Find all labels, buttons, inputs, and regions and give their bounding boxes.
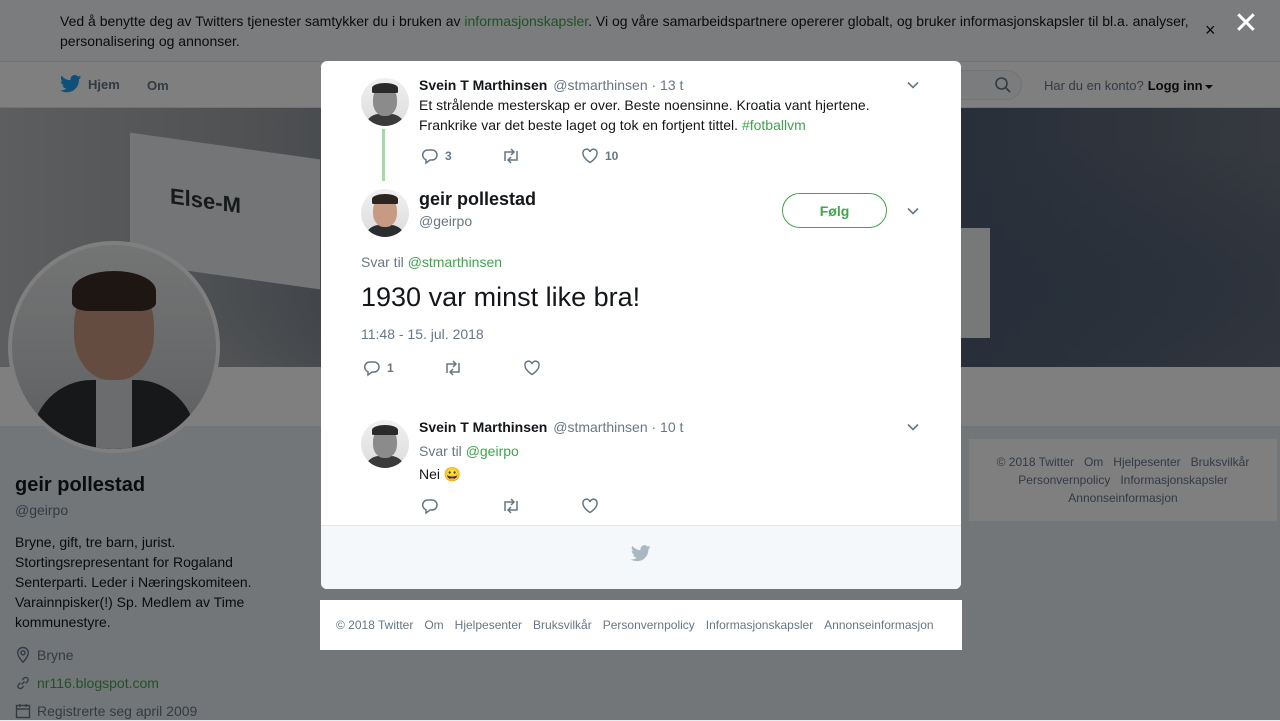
reply-context: Svar til @geirpo bbox=[419, 441, 519, 461]
retweet-button[interactable] bbox=[443, 359, 523, 377]
reply-icon bbox=[363, 361, 380, 377]
tweet-author-handle[interactable]: @geirpo bbox=[419, 213, 472, 229]
tweet-author-name[interactable]: Svein T Marthinsen bbox=[419, 419, 547, 435]
modal-footer: © 2018 Twitter Om Hjelpesenter Bruksvilk… bbox=[320, 600, 962, 650]
tweet-avatar[interactable] bbox=[361, 420, 409, 468]
tweet-author-name[interactable]: Svein T Marthinsen bbox=[419, 77, 547, 93]
chevron-down-icon[interactable] bbox=[905, 419, 921, 435]
reply-context: Svar til @stmarthinsen bbox=[361, 254, 502, 270]
footer-link-cookies[interactable]: Informasjonskapsler bbox=[706, 618, 813, 632]
tweet-time[interactable]: · 13 t bbox=[652, 77, 684, 93]
retweet-icon bbox=[504, 498, 518, 514]
tweet-text: Et strålende mesterskap er over. Beste n… bbox=[419, 95, 899, 135]
reply-icon bbox=[421, 499, 438, 515]
tweet-author-handle[interactable]: @stmarthinsen bbox=[553, 419, 647, 435]
tweet-text: Nei 😀 bbox=[419, 466, 462, 482]
tweet-header: Svein T Marthinsen @stmarthinsen · 10 t bbox=[419, 419, 683, 435]
like-button[interactable]: 10 bbox=[581, 147, 661, 165]
avatar-hair bbox=[372, 425, 398, 435]
tweet-avatar[interactable] bbox=[361, 189, 409, 237]
tweet-avatar[interactable] bbox=[361, 78, 409, 126]
reply-mention-link[interactable]: @geirpo bbox=[466, 443, 519, 459]
footer-link-ads[interactable]: Annonseinformasjon bbox=[824, 618, 933, 632]
tweet-timestamp[interactable]: 11:48 - 15. jul. 2018 bbox=[361, 326, 484, 342]
chevron-down-icon[interactable] bbox=[905, 77, 921, 93]
reply-label: Svar til bbox=[361, 254, 404, 270]
footer-link-privacy[interactable]: Personvernpolicy bbox=[603, 618, 695, 632]
retweet-icon bbox=[446, 360, 460, 376]
reply-button[interactable]: 1 bbox=[363, 359, 443, 377]
reply-count: 3 bbox=[445, 149, 452, 163]
heart-icon bbox=[582, 148, 598, 164]
reply-mention-link[interactable]: @stmarthinsen bbox=[408, 254, 502, 270]
tweet-text: 1930 var minst like bra! bbox=[361, 282, 641, 312]
chevron-down-icon[interactable] bbox=[905, 203, 921, 219]
close-icon[interactable]: ✕ bbox=[1232, 9, 1260, 39]
reply-button[interactable] bbox=[421, 497, 501, 515]
footer-link-about[interactable]: Om bbox=[424, 618, 443, 632]
heart-icon bbox=[582, 498, 598, 514]
retweet-button[interactable] bbox=[501, 497, 581, 515]
heart-icon bbox=[524, 360, 540, 376]
tweet-actions bbox=[421, 497, 661, 515]
tweet-author-name[interactable]: geir pollestad bbox=[419, 189, 536, 210]
twitter-bird-icon bbox=[631, 545, 651, 562]
hashtag-link[interactable]: #fotballvm bbox=[742, 117, 806, 133]
retweet-icon bbox=[504, 148, 518, 164]
like-button[interactable] bbox=[581, 497, 661, 515]
follow-button[interactable]: Følg bbox=[782, 193, 887, 228]
thread-line bbox=[382, 129, 385, 181]
like-button[interactable] bbox=[523, 359, 603, 377]
footer-copyright: © 2018 Twitter bbox=[336, 618, 414, 632]
avatar-hair bbox=[372, 83, 398, 93]
avatar-hair bbox=[372, 194, 398, 204]
modal-bottom-bar bbox=[321, 525, 961, 589]
like-count: 10 bbox=[605, 149, 619, 163]
tweet-header: Svein T Marthinsen @stmarthinsen · 13 t bbox=[419, 77, 683, 93]
footer-link-help[interactable]: Hjelpesenter bbox=[455, 618, 522, 632]
reply-label: Svar til bbox=[419, 443, 462, 459]
tweet-author-handle[interactable]: @stmarthinsen bbox=[553, 77, 647, 93]
reply-count: 1 bbox=[387, 361, 394, 375]
reply-button[interactable]: 3 bbox=[421, 147, 501, 165]
tweet-time[interactable]: · 10 t bbox=[652, 419, 684, 435]
reply-icon bbox=[421, 149, 438, 165]
footer-link-terms[interactable]: Bruksvilkår bbox=[533, 618, 592, 632]
tweet-actions: 1 bbox=[363, 359, 603, 377]
retweet-button[interactable] bbox=[501, 147, 581, 165]
tweet-modal: Svein T Marthinsen @stmarthinsen · 13 t … bbox=[321, 61, 961, 589]
tweet-actions: 3 10 bbox=[421, 147, 661, 165]
